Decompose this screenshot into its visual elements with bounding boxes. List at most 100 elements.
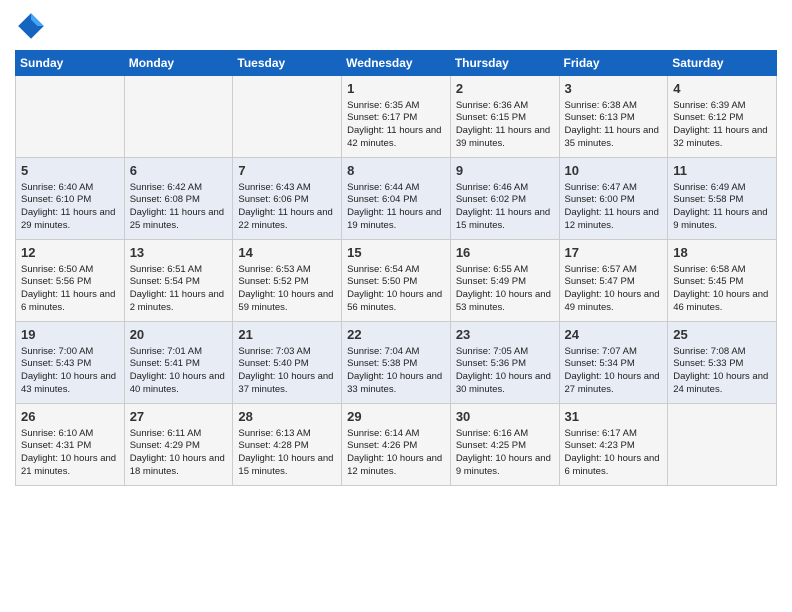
day-info: Sunrise: 6:13 AM (238, 428, 336, 441)
calendar-cell: 21Sunrise: 7:03 AMSunset: 5:40 PMDayligh… (233, 322, 342, 404)
day-info: Sunrise: 6:43 AM (238, 182, 336, 195)
day-info: Sunset: 5:38 PM (347, 358, 445, 371)
weekday-header-sunday: Sunday (16, 51, 125, 76)
day-number: 24 (565, 326, 663, 344)
day-info: Daylight: 10 hours and 24 minutes. (673, 371, 771, 397)
calendar-cell: 6Sunrise: 6:42 AMSunset: 6:08 PMDaylight… (124, 158, 233, 240)
calendar-cell: 27Sunrise: 6:11 AMSunset: 4:29 PMDayligh… (124, 404, 233, 486)
day-info: Daylight: 11 hours and 6 minutes. (21, 289, 119, 315)
day-info: Sunrise: 6:44 AM (347, 182, 445, 195)
day-info: Sunrise: 6:11 AM (130, 428, 228, 441)
day-info: Sunset: 6:04 PM (347, 194, 445, 207)
calendar-cell: 30Sunrise: 6:16 AMSunset: 4:25 PMDayligh… (450, 404, 559, 486)
logo (15, 10, 51, 42)
day-info: Sunrise: 7:03 AM (238, 346, 336, 359)
calendar-week-row: 26Sunrise: 6:10 AMSunset: 4:31 PMDayligh… (16, 404, 777, 486)
day-info: Daylight: 11 hours and 32 minutes. (673, 125, 771, 151)
day-info: Sunrise: 6:58 AM (673, 264, 771, 277)
day-info: Sunrise: 6:38 AM (565, 100, 663, 113)
day-info: Sunrise: 6:36 AM (456, 100, 554, 113)
weekday-header-monday: Monday (124, 51, 233, 76)
calendar-cell: 20Sunrise: 7:01 AMSunset: 5:41 PMDayligh… (124, 322, 233, 404)
day-info: Daylight: 11 hours and 22 minutes. (238, 207, 336, 233)
calendar-cell: 5Sunrise: 6:40 AMSunset: 6:10 PMDaylight… (16, 158, 125, 240)
day-number: 26 (21, 408, 119, 426)
day-info: Sunset: 6:06 PM (238, 194, 336, 207)
day-info: Sunrise: 6:54 AM (347, 264, 445, 277)
day-info: Sunrise: 6:17 AM (565, 428, 663, 441)
day-info: Sunrise: 6:35 AM (347, 100, 445, 113)
calendar-cell: 11Sunrise: 6:49 AMSunset: 5:58 PMDayligh… (668, 158, 777, 240)
calendar-cell: 16Sunrise: 6:55 AMSunset: 5:49 PMDayligh… (450, 240, 559, 322)
day-info: Daylight: 10 hours and 59 minutes. (238, 289, 336, 315)
day-info: Daylight: 10 hours and 49 minutes. (565, 289, 663, 315)
day-info: Sunset: 6:15 PM (456, 112, 554, 125)
day-info: Daylight: 10 hours and 6 minutes. (565, 453, 663, 479)
day-info: Daylight: 10 hours and 33 minutes. (347, 371, 445, 397)
day-info: Daylight: 11 hours and 9 minutes. (673, 207, 771, 233)
day-info: Sunset: 5:36 PM (456, 358, 554, 371)
day-info: Daylight: 10 hours and 43 minutes. (21, 371, 119, 397)
day-info: Daylight: 11 hours and 25 minutes. (130, 207, 228, 233)
day-info: Sunrise: 6:14 AM (347, 428, 445, 441)
day-number: 5 (21, 162, 119, 180)
weekday-header-row: SundayMondayTuesdayWednesdayThursdayFrid… (16, 51, 777, 76)
day-number: 7 (238, 162, 336, 180)
day-number: 19 (21, 326, 119, 344)
day-info: Sunrise: 6:51 AM (130, 264, 228, 277)
weekday-header-tuesday: Tuesday (233, 51, 342, 76)
day-info: Daylight: 11 hours and 2 minutes. (130, 289, 228, 315)
day-info: Sunrise: 6:40 AM (21, 182, 119, 195)
day-info: Sunset: 6:12 PM (673, 112, 771, 125)
calendar-cell: 9Sunrise: 6:46 AMSunset: 6:02 PMDaylight… (450, 158, 559, 240)
calendar-table: SundayMondayTuesdayWednesdayThursdayFrid… (15, 50, 777, 486)
day-info: Sunset: 6:17 PM (347, 112, 445, 125)
calendar-cell: 10Sunrise: 6:47 AMSunset: 6:00 PMDayligh… (559, 158, 668, 240)
calendar-cell (233, 76, 342, 158)
day-info: Sunset: 4:25 PM (456, 440, 554, 453)
day-info: Sunset: 5:40 PM (238, 358, 336, 371)
day-number: 12 (21, 244, 119, 262)
calendar-cell: 31 Sunrise: 6:17 AMSunset: 4:23 PMDayligh… (559, 404, 668, 486)
day-number: 29 (347, 408, 445, 426)
day-info: Sunset: 5:34 PM (565, 358, 663, 371)
calendar-cell: 24Sunrise: 7:07 AMSunset: 5:34 PMDayligh… (559, 322, 668, 404)
day-info: Sunset: 5:45 PM (673, 276, 771, 289)
day-info: Sunset: 5:54 PM (130, 276, 228, 289)
day-number: 4 (673, 80, 771, 98)
day-info: Sunset: 5:58 PM (673, 194, 771, 207)
day-info: Sunrise: 6:53 AM (238, 264, 336, 277)
calendar-cell: 17Sunrise: 6:57 AMSunset: 5:47 PMDayligh… (559, 240, 668, 322)
day-info: Daylight: 10 hours and 9 minutes. (456, 453, 554, 479)
day-info: Sunset: 5:50 PM (347, 276, 445, 289)
weekday-header-thursday: Thursday (450, 51, 559, 76)
calendar-cell: 23Sunrise: 7:05 AMSunset: 5:36 PMDayligh… (450, 322, 559, 404)
day-info: Daylight: 10 hours and 18 minutes. (130, 453, 228, 479)
day-info: Sunrise: 6:55 AM (456, 264, 554, 277)
day-number: 2 (456, 80, 554, 98)
day-info: Daylight: 10 hours and 53 minutes. (456, 289, 554, 315)
day-number: 8 (347, 162, 445, 180)
calendar-header: SundayMondayTuesdayWednesdayThursdayFrid… (16, 51, 777, 76)
day-info: Sunrise: 7:05 AM (456, 346, 554, 359)
calendar-cell: 29 Sunrise: 6:14 AMSunset: 4:26 PMDayligh… (342, 404, 451, 486)
day-number: 15 (347, 244, 445, 262)
day-info: Sunset: 4:23 PM (565, 440, 663, 453)
calendar-cell: 2Sunrise: 6:36 AMSunset: 6:15 PMDaylight… (450, 76, 559, 158)
calendar-body: 1Sunrise: 6:35 AMSunset: 6:17 PMDaylight… (16, 76, 777, 486)
day-info: Daylight: 10 hours and 12 minutes. (347, 453, 445, 479)
day-number: 31 (565, 408, 663, 426)
calendar-week-row: 12Sunrise: 6:50 AMSunset: 5:56 PMDayligh… (16, 240, 777, 322)
day-info: Daylight: 10 hours and 56 minutes. (347, 289, 445, 315)
page: SundayMondayTuesdayWednesdayThursdayFrid… (0, 0, 792, 496)
day-info: Sunrise: 6:39 AM (673, 100, 771, 113)
day-info: Sunset: 4:26 PM (347, 440, 445, 453)
header (15, 10, 777, 42)
weekday-header-saturday: Saturday (668, 51, 777, 76)
calendar-cell: 26Sunrise: 6:10 AMSunset: 4:31 PMDayligh… (16, 404, 125, 486)
day-info: Sunrise: 7:08 AM (673, 346, 771, 359)
day-info: Daylight: 10 hours and 37 minutes. (238, 371, 336, 397)
day-info: Sunrise: 7:07 AM (565, 346, 663, 359)
calendar-cell: 14Sunrise: 6:53 AMSunset: 5:52 PMDayligh… (233, 240, 342, 322)
day-info: Sunset: 6:10 PM (21, 194, 119, 207)
